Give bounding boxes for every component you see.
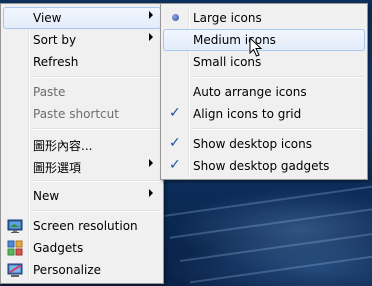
menu-item-paste[interactable]: Paste bbox=[3, 81, 161, 103]
menu-item-label: Show desktop icons bbox=[193, 137, 313, 151]
menu-item-label: Auto arrange icons bbox=[193, 85, 307, 99]
desktop-context-menu: View Sort by Refresh Paste Paste shortcu… bbox=[0, 3, 164, 284]
menu-item-graphics-options[interactable]: 圖形選項 bbox=[3, 155, 161, 177]
menu-item-large-icons[interactable]: Large icons bbox=[163, 7, 365, 29]
menu-item-label: New bbox=[33, 189, 60, 203]
menu-item-label: Refresh bbox=[33, 55, 79, 69]
menu-item-label: Personalize bbox=[33, 263, 102, 277]
menu-separator bbox=[31, 180, 160, 182]
menu-item-paste-shortcut[interactable]: Paste shortcut bbox=[3, 103, 161, 125]
menu-item-show-desktop-gadgets[interactable]: ✓ Show desktop gadgets bbox=[163, 155, 365, 177]
personalize-icon bbox=[7, 263, 23, 277]
submenu-arrow-icon bbox=[149, 11, 153, 19]
monitor-icon bbox=[7, 219, 23, 233]
menu-item-label: Large icons bbox=[193, 11, 262, 25]
checkmark-icon: ✓ bbox=[169, 157, 181, 173]
menu-item-auto-arrange[interactable]: Auto arrange icons bbox=[163, 81, 365, 103]
menu-item-align-to-grid[interactable]: ✓ Align icons to grid bbox=[163, 103, 365, 125]
menu-item-label: Screen resolution bbox=[33, 219, 138, 233]
menu-item-graphics-properties[interactable]: 圖形內容... bbox=[3, 133, 161, 155]
menu-item-sort-by[interactable]: Sort by bbox=[3, 29, 161, 51]
menu-separator bbox=[31, 76, 160, 78]
menu-separator bbox=[31, 210, 160, 212]
menu-item-refresh[interactable]: Refresh bbox=[3, 51, 161, 73]
menu-item-new[interactable]: New bbox=[3, 185, 161, 207]
gadgets-icon bbox=[7, 240, 23, 256]
mouse-pointer-icon bbox=[249, 37, 263, 57]
submenu-arrow-icon bbox=[149, 159, 153, 167]
menu-item-screen-resolution[interactable]: Screen resolution bbox=[3, 215, 161, 237]
menu-item-label: 圖形內容... bbox=[33, 139, 93, 153]
radio-bullet-icon bbox=[172, 14, 179, 21]
menu-item-label: Align icons to grid bbox=[193, 107, 302, 121]
menu-item-label: View bbox=[33, 11, 62, 25]
menu-separator bbox=[191, 128, 364, 130]
menu-separator bbox=[191, 76, 364, 78]
menu-item-label: 圖形選項 bbox=[33, 161, 82, 175]
menu-item-label: Paste bbox=[33, 85, 66, 99]
view-submenu: Large icons Medium icons Small icons Aut… bbox=[160, 3, 368, 180]
menu-item-show-desktop-icons[interactable]: ✓ Show desktop icons bbox=[163, 133, 365, 155]
submenu-arrow-icon bbox=[149, 189, 153, 197]
checkmark-icon: ✓ bbox=[169, 135, 181, 151]
menu-item-label: Sort by bbox=[33, 33, 77, 47]
menu-separator bbox=[31, 128, 160, 130]
menu-item-label: Gadgets bbox=[33, 241, 84, 255]
checkmark-icon: ✓ bbox=[169, 105, 181, 121]
submenu-arrow-icon bbox=[149, 33, 153, 41]
menu-item-personalize[interactable]: Personalize bbox=[3, 259, 161, 281]
menu-item-gadgets[interactable]: Gadgets bbox=[3, 237, 161, 259]
menu-item-view[interactable]: View bbox=[3, 7, 161, 29]
menu-item-label: Paste shortcut bbox=[33, 107, 119, 121]
menu-item-label: Show desktop gadgets bbox=[193, 159, 330, 173]
